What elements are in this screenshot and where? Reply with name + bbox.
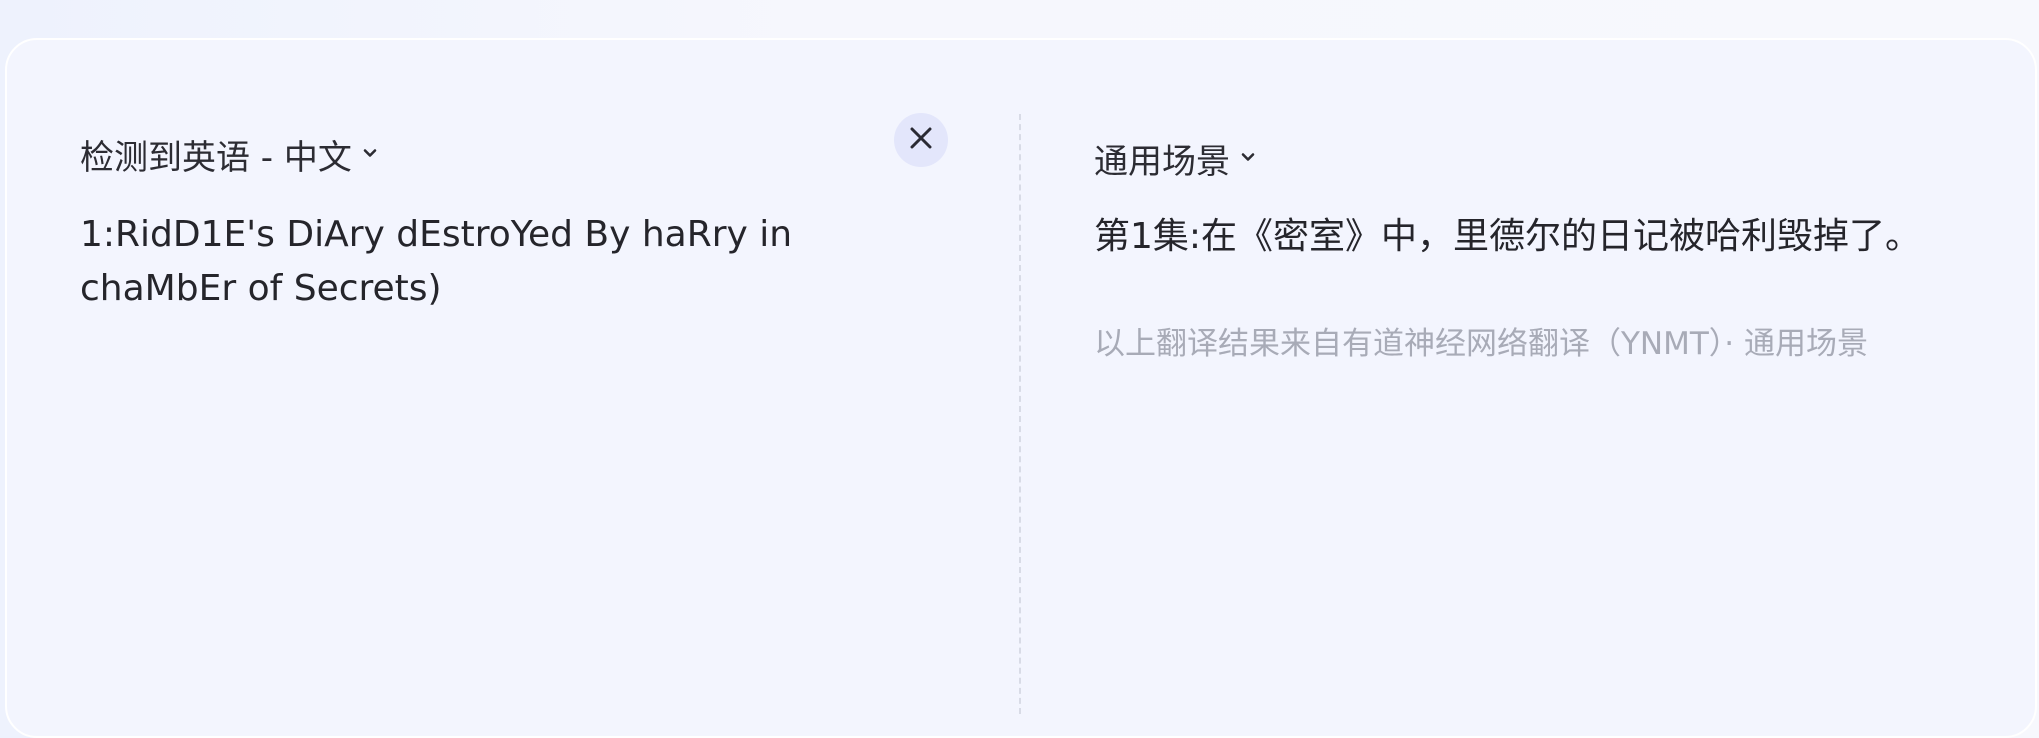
translation-attribution: 以上翻译结果来自有道神经网络翻译（YNMT）· 通用场景 <box>1094 326 1869 362</box>
scene-selector-label: 通用场景 <box>1094 142 1230 182</box>
chevron-down-icon <box>360 143 380 163</box>
language-selector-label: 检测到英语 - 中文 <box>80 138 352 178</box>
scene-selector[interactable]: 通用场景 <box>1094 134 1258 183</box>
panel-divider <box>1019 114 1021 714</box>
close-icon <box>908 125 934 155</box>
translation-output: 第1集:在《密室》中，里德尔的日记被哈利毁掉了。 <box>1094 216 1922 257</box>
chevron-down-icon <box>1238 147 1258 167</box>
language-selector[interactable]: 检测到英语 - 中文 <box>80 130 380 179</box>
clear-input-button[interactable] <box>894 113 948 167</box>
source-input-text[interactable]: 1:RidD1E's DiAry dEstroYed By haRry in c… <box>80 208 940 316</box>
